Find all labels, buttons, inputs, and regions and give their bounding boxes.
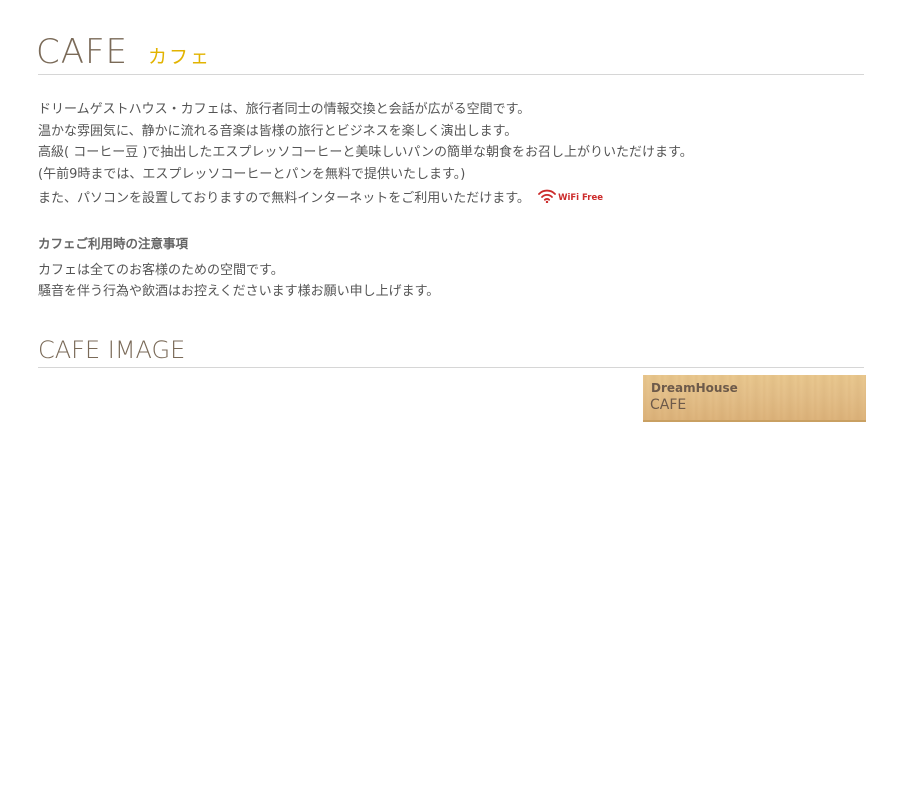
- wifi-free-badge: WiFi Free: [538, 183, 603, 210]
- cafe-heading-title: CAFE: [36, 32, 129, 72]
- wifi-free-label: WiFi Free: [558, 193, 604, 203]
- cafe-heading: CAFE カフェ: [36, 30, 864, 75]
- notice-title: カフェご利用時の注意事項: [38, 235, 189, 251]
- cafe-image-section: CAFE IMAGE: [38, 334, 864, 368]
- cafe-section: CAFE カフェ ドリームゲストハウス・カフェは、旅行者同士の情報交換と会話が広…: [36, 30, 864, 302]
- sign-title: DreamHouse: [651, 381, 738, 395]
- intro-line: (午前9時までは、エスプレッソコーヒーとパンを無料で提供いたします。): [38, 166, 466, 182]
- intro-line-wifi: また、パソコンを設置しておりますので無料インターネットをご利用いただけます。 W…: [38, 185, 864, 212]
- intro-line: また、パソコンを設置しておりますので無料インターネットをご利用いただけます。: [38, 190, 530, 206]
- notice-line: カフェは全てのお客様のための空間です。: [38, 262, 284, 278]
- wifi-icon: [538, 189, 556, 204]
- notice-line: 騒音を伴う行為や飲酒はお控えくださいます様お願い申し上げます。: [38, 283, 440, 299]
- cafe-heading-subtitle: カフェ: [148, 46, 212, 68]
- intro-line: 高級( コーヒー豆 )で抽出したエスプレッソコーヒーと美味しいパンの簡単な朝食を…: [38, 145, 693, 160]
- dreamhouse-cafe-sign: DreamHouse CAFE: [643, 375, 866, 422]
- cafe-image-heading: CAFE IMAGE: [38, 334, 864, 368]
- cafe-image-heading-title: CAFE IMAGE: [38, 336, 186, 364]
- cafe-intro: ドリームゲストハウス・カフェは、旅行者同士の情報交換と会話が広がる空間です。 温…: [38, 99, 864, 212]
- intro-line: ドリームゲストハウス・カフェは、旅行者同士の情報交換と会話が広がる空間です。: [38, 102, 531, 117]
- notice-body: カフェは全てのお客様のための空間です。 騒音を伴う行為や飲酒はお控えくださいます…: [38, 260, 864, 302]
- intro-line: 温かな雰囲気に、静かに流れる音楽は皆様の旅行とビジネスを楽しく演出します。: [38, 123, 518, 139]
- sign-subtitle: CAFE: [650, 397, 687, 413]
